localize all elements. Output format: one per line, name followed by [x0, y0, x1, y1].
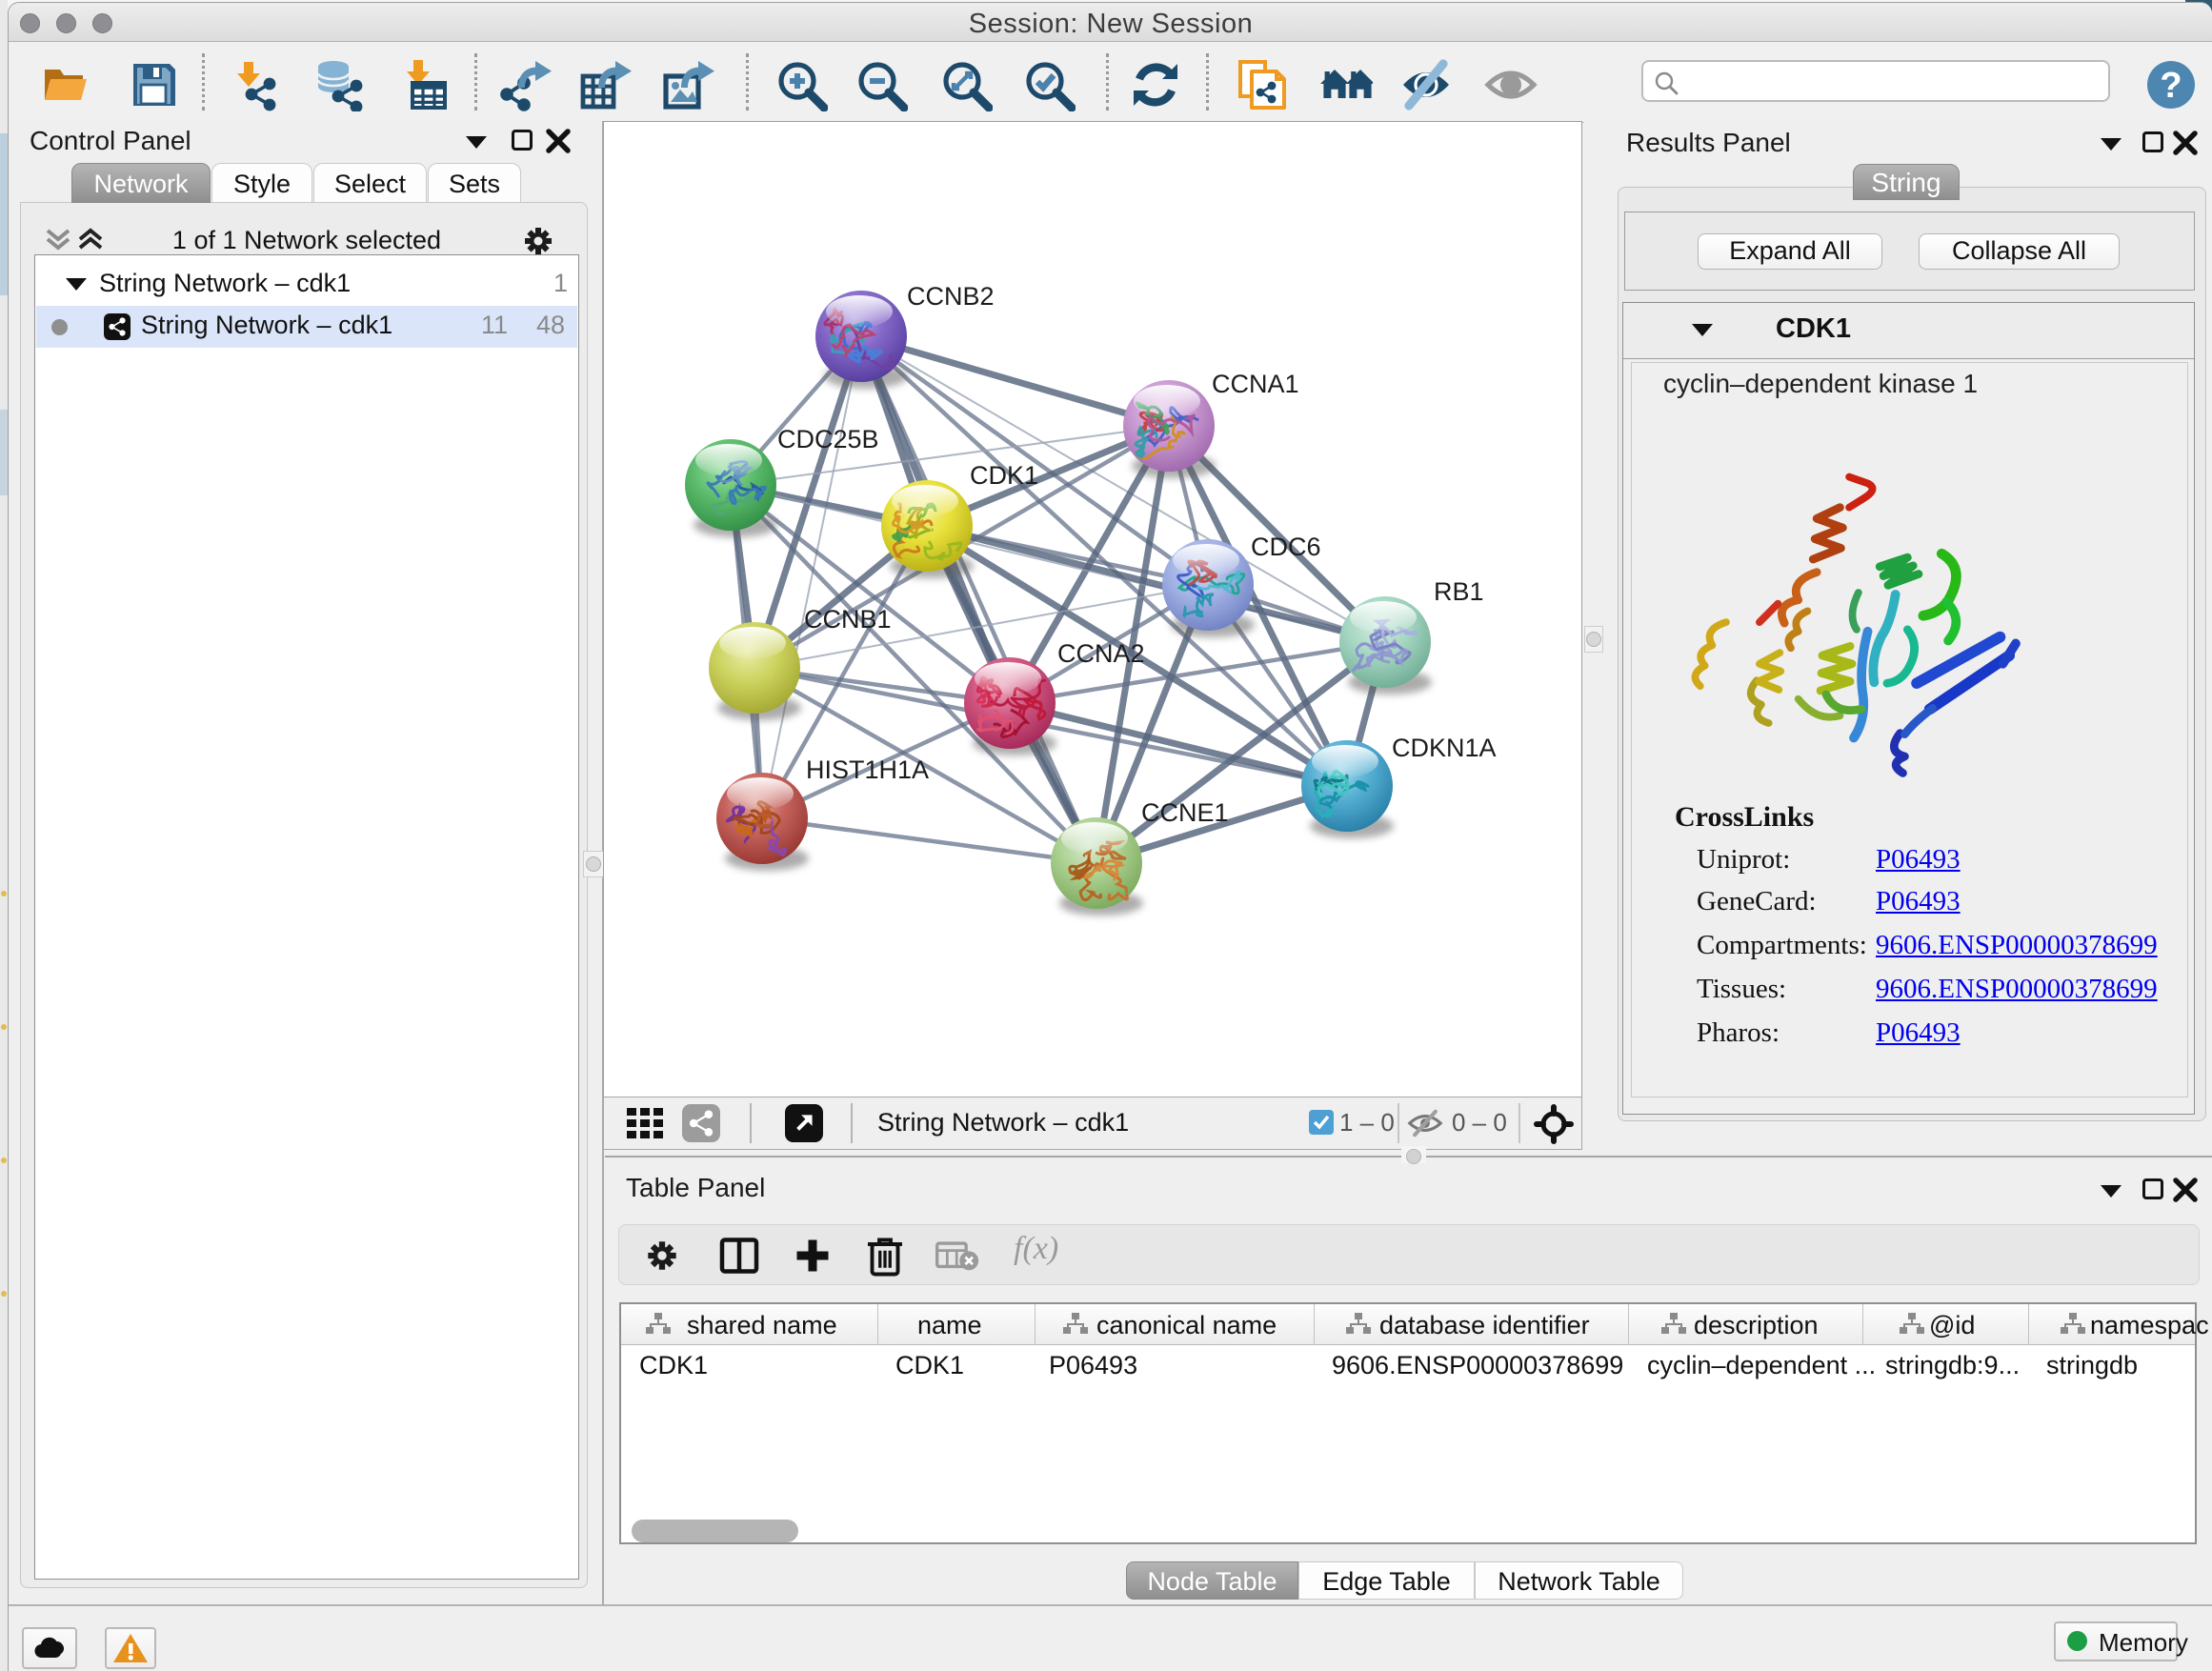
svg-text:HIST1H1A: HIST1H1A	[806, 755, 929, 784]
svg-text:CCNA1: CCNA1	[1212, 370, 1299, 398]
svg-text:CCNB1: CCNB1	[804, 605, 892, 634]
svg-text:CCNB2: CCNB2	[907, 282, 995, 311]
svg-text:CCNA2: CCNA2	[1057, 639, 1145, 668]
svg-text:CDC6: CDC6	[1251, 533, 1321, 561]
svg-text:CDK1: CDK1	[970, 461, 1038, 490]
svg-text:CDKN1A: CDKN1A	[1392, 734, 1497, 762]
svg-text:CCNE1: CCNE1	[1141, 798, 1229, 827]
svg-text:RB1: RB1	[1434, 577, 1484, 606]
svg-text:CDC25B: CDC25B	[777, 425, 879, 453]
svg-text:?: ?	[2160, 66, 2182, 106]
